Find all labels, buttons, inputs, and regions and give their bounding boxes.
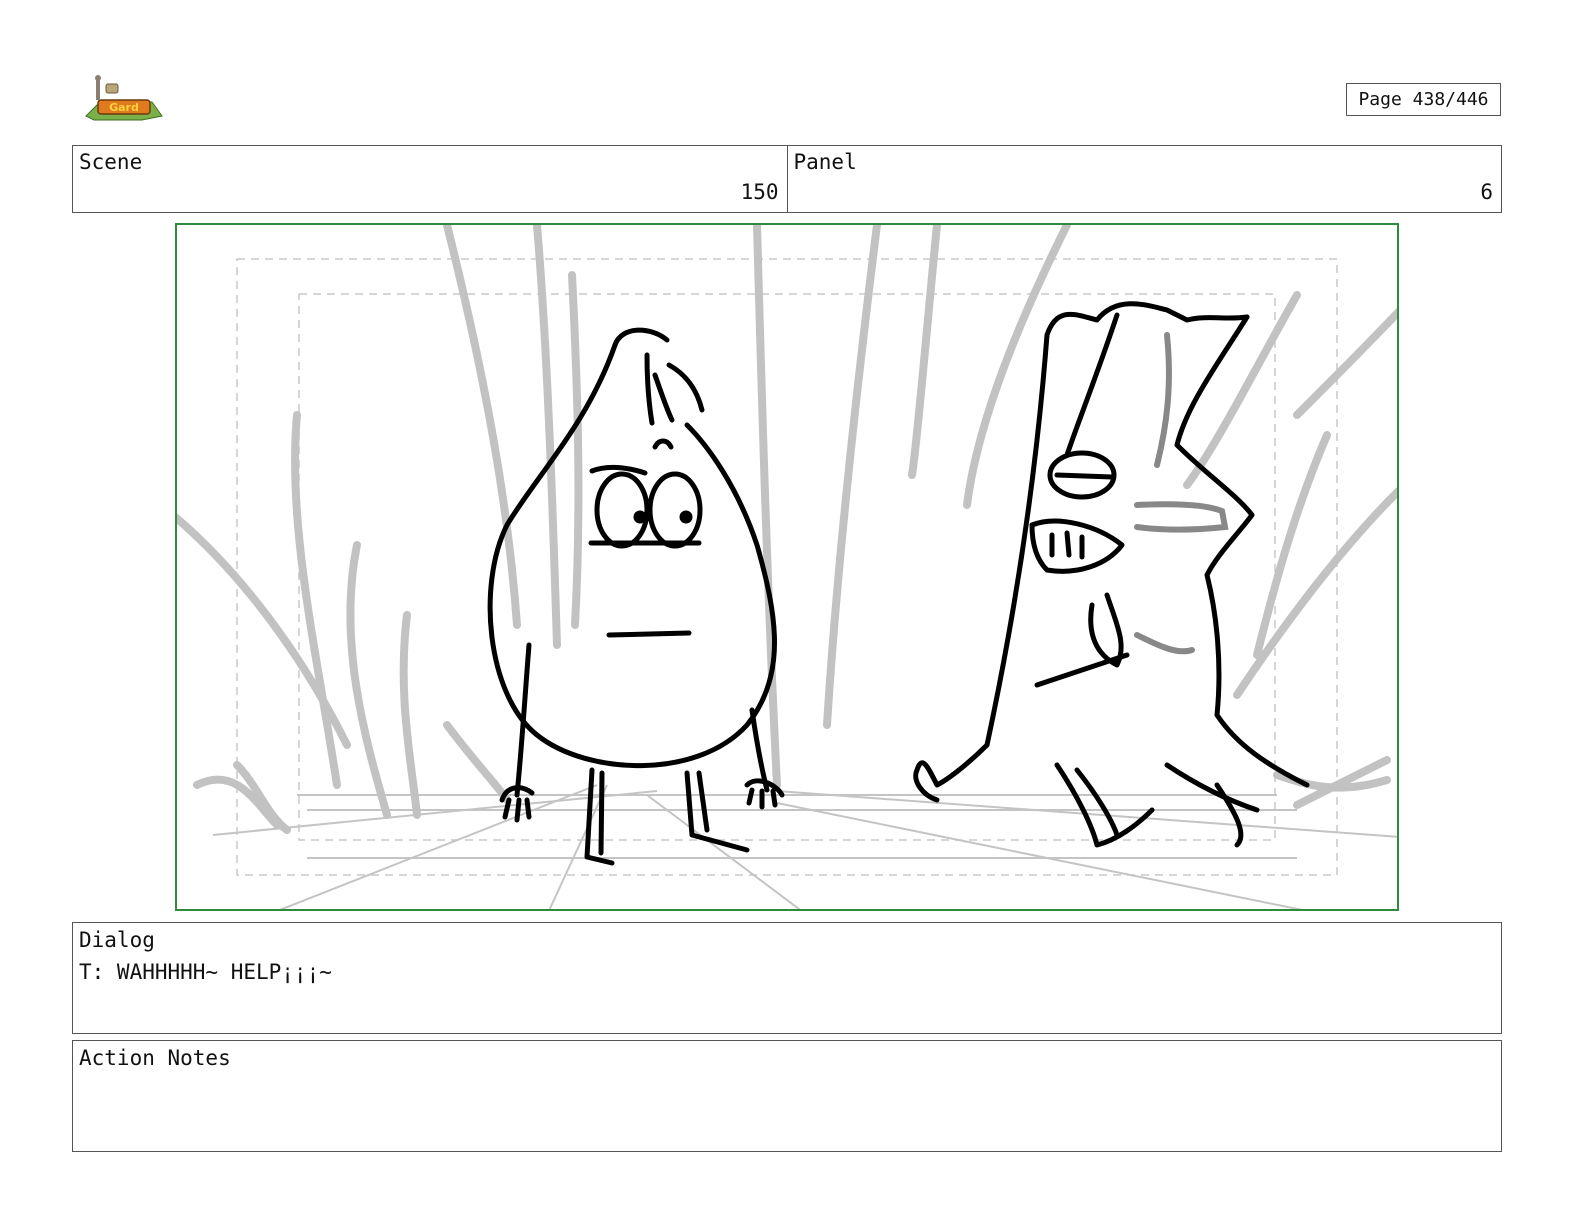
panel-cell: Panel 6 <box>786 146 1502 212</box>
dialog-box: Dialog T: WAHHHHH~ HELP¡¡¡~ <box>72 922 1502 1034</box>
storyboard-sketch-icon <box>177 225 1397 909</box>
show-logo-icon: Gard <box>82 72 164 122</box>
panel-value: 6 <box>1480 180 1493 204</box>
dialog-label: Dialog <box>79 928 155 952</box>
action-notes-label: Action Notes <box>79 1046 231 1070</box>
scene-panel-row: Scene 150 Panel 6 <box>72 145 1502 213</box>
page-number: Page 438/446 <box>1346 83 1501 116</box>
action-notes-box: Action Notes <box>72 1040 1502 1152</box>
svg-text:Gard: Gard <box>109 101 139 114</box>
panel-label: Panel <box>793 150 857 174</box>
scene-cell: Scene 150 <box>73 146 787 212</box>
scene-value: 150 <box>740 180 779 204</box>
storyboard-panel <box>175 223 1399 911</box>
dialog-text: T: WAHHHHH~ HELP¡¡¡~ <box>79 960 332 984</box>
scene-label: Scene <box>79 150 143 174</box>
